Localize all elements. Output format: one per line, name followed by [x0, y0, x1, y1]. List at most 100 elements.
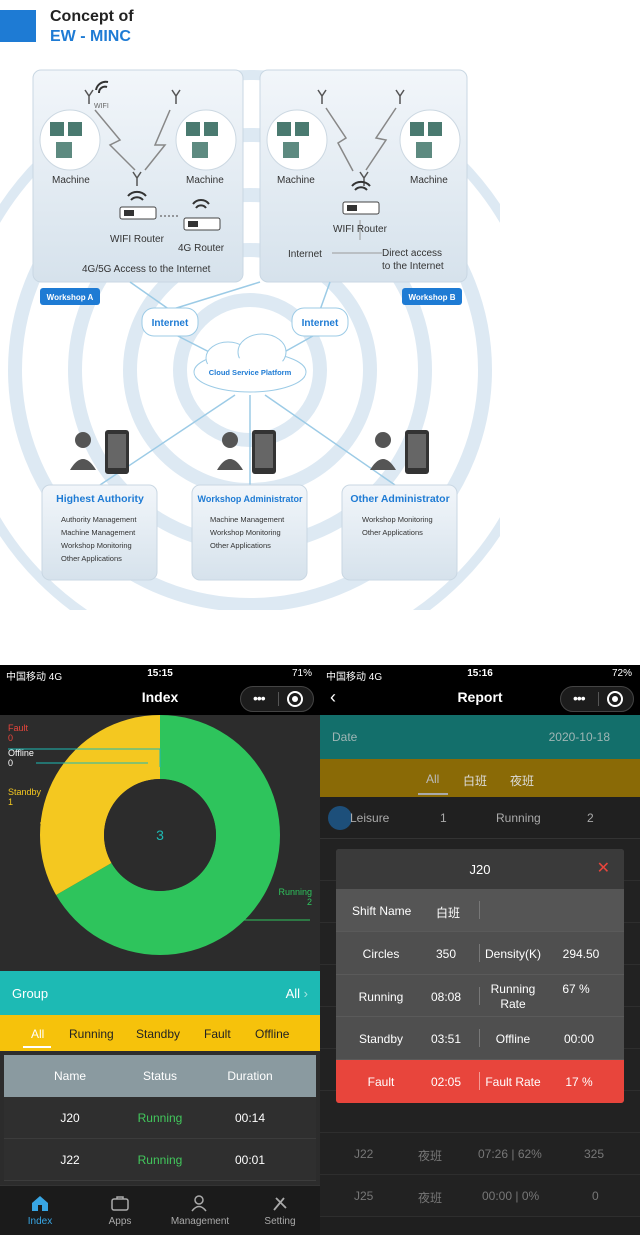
tab-setting[interactable]: Setting	[240, 1194, 320, 1227]
machine-icon	[399, 109, 461, 171]
close-icon[interactable]: ✕	[597, 858, 610, 878]
svg-text:Workshop Administrator: Workshop Administrator	[197, 494, 303, 504]
svg-text:Other Applications: Other Applications	[362, 528, 423, 537]
more-icon[interactable]: •••	[253, 690, 266, 706]
svg-text:Workshop B: Workshop B	[409, 293, 456, 302]
user-manage-icon	[191, 1195, 207, 1212]
mini-program-capsule[interactable]: •••	[560, 686, 634, 712]
filter-all[interactable]: All	[31, 1027, 44, 1041]
chevron-right-icon: ›	[303, 986, 308, 1001]
concept-subtitle: EW - MINC	[50, 28, 131, 45]
machine-detail-modal: J20 ✕ Shift Name 白班 Circles 350 Density(…	[336, 849, 624, 1103]
status-time: 15:16	[467, 668, 493, 679]
svg-text:to the Internet: to the Internet	[382, 261, 444, 272]
svg-text:Direct access: Direct access	[382, 248, 442, 259]
svg-text:Highest Authority: Highest Authority	[56, 493, 144, 505]
status-donut-chart: 3 Fault 0 Offline 0 Standby 1 Running 2	[0, 715, 320, 971]
date-selector[interactable]: Date 2020-10-18	[320, 715, 640, 759]
modal-row-fault: Fault 02:05 Fault Rate 17 %	[336, 1060, 624, 1103]
legend-running: Running 2	[278, 887, 312, 907]
concept-diagram: WIFI Machine Machine WIFI Router 4G Rout…	[0, 69, 500, 610]
group-label: Group	[12, 986, 49, 1001]
nav-bar: ‹ Report •••	[320, 683, 640, 715]
machine-icon	[266, 109, 328, 171]
filter-fault[interactable]: Fault	[204, 1027, 231, 1041]
shift-all[interactable]: All	[426, 772, 439, 786]
filter-offline[interactable]: Offline	[255, 1027, 289, 1041]
status-time: 15:15	[147, 668, 173, 679]
status-bar: 中国移动 4G 15:15 71%	[0, 665, 320, 683]
table-row[interactable]: J25 夜班 00:00 | 0% 0	[320, 1175, 640, 1217]
donut-svg: 3	[8, 715, 310, 955]
modal-row: Standby 03:51 Offline 00:00	[336, 1017, 624, 1061]
tab-management[interactable]: Management	[160, 1194, 240, 1227]
title-accent-bar	[0, 10, 36, 42]
modal-title: J20	[469, 862, 491, 877]
donut-center-total: 3	[156, 827, 164, 843]
svg-text:Machine: Machine	[410, 175, 448, 186]
legend-fault: Fault 0	[8, 723, 29, 743]
svg-text:Other Applications: Other Applications	[61, 554, 122, 563]
phone-index-screen: 中国移动 4G 15:15 71% Index ••• 3 Fault 0 Off…	[0, 665, 320, 1235]
bottom-tab-bar: Index Apps Management Setting	[0, 1185, 320, 1235]
svg-text:Workshop Monitoring: Workshop Monitoring	[210, 528, 281, 537]
close-target-icon[interactable]	[607, 691, 623, 707]
tab-apps[interactable]: Apps	[80, 1194, 160, 1227]
active-tab-indicator	[23, 1046, 51, 1048]
modal-header: J20 ✕	[336, 849, 624, 889]
table-row[interactable]: J22 Running 00:01	[4, 1139, 316, 1181]
shift-night[interactable]: 夜班	[510, 772, 534, 789]
status-bar: 中国移动 4G 15:16 72%	[320, 665, 640, 683]
table-row[interactable]: J20 Running 00:14	[4, 1097, 316, 1139]
svg-text:Machine Management: Machine Management	[210, 515, 285, 524]
machine-icon	[39, 109, 101, 171]
close-target-icon[interactable]	[287, 691, 303, 707]
shift-day[interactable]: 白班	[463, 772, 487, 789]
svg-text:Authority Management: Authority Management	[61, 515, 137, 524]
briefcase-icon	[111, 1196, 129, 1211]
status-filter-tabs: All Running Standby Fault Offline	[0, 1015, 320, 1051]
tools-icon	[273, 1197, 287, 1211]
svg-text:Internet: Internet	[288, 249, 322, 260]
phone-report-screen: 中国移动 4G 15:16 72% ‹ Report ••• Date 2020…	[320, 665, 640, 1235]
table-row[interactable]: J22 夜班 07:26 | 62% 325	[320, 1133, 640, 1175]
svg-text:WIFI: WIFI	[94, 103, 109, 110]
mini-program-capsule[interactable]: •••	[240, 686, 314, 712]
svg-text:Machine: Machine	[52, 175, 90, 186]
machine-icon	[175, 109, 237, 171]
battery-label: 72%	[611, 668, 632, 679]
download-icon[interactable]	[328, 806, 352, 830]
legend-offline: Offline 0	[8, 748, 34, 768]
svg-text:Internet: Internet	[302, 318, 339, 329]
svg-text:WIFI Router: WIFI Router	[110, 234, 165, 245]
summary-row: Leisure 1 Running 2	[320, 797, 640, 839]
tab-index[interactable]: Index	[0, 1194, 80, 1227]
home-icon	[32, 1196, 48, 1211]
nav-bar: Index •••	[0, 683, 320, 715]
svg-text:4G/5G Access to the Internet: 4G/5G Access to the Internet	[82, 264, 211, 275]
concept-title: Concept of	[50, 8, 134, 25]
modal-row: Running 08:08 Running Rate 67 %	[336, 974, 624, 1018]
svg-text:Workshop Monitoring: Workshop Monitoring	[61, 541, 132, 550]
svg-text:WIFI Router: WIFI Router	[333, 224, 388, 235]
cloud-icon	[193, 333, 307, 393]
filter-standby[interactable]: Standby	[136, 1027, 180, 1041]
svg-text:4G Router: 4G Router	[178, 243, 225, 254]
group-selector[interactable]: Group All ›	[0, 971, 320, 1015]
filter-running[interactable]: Running	[69, 1027, 114, 1041]
svg-text:Cloud Service Platform: Cloud Service Platform	[209, 368, 292, 377]
modal-shift-row: Shift Name 白班	[336, 889, 624, 932]
svg-text:Workshop A: Workshop A	[47, 293, 94, 302]
svg-text:Machine: Machine	[186, 175, 224, 186]
svg-text:Machine Management: Machine Management	[61, 528, 136, 537]
svg-text:Other Applications: Other Applications	[210, 541, 271, 550]
group-value: All ›	[285, 986, 308, 1001]
battery-label: 71%	[291, 668, 312, 679]
shift-filter-tabs: All 白班 夜班	[320, 759, 640, 797]
svg-text:Other Administrator: Other Administrator	[350, 493, 449, 505]
table-header: Name Status Duration	[4, 1055, 316, 1097]
more-icon[interactable]: •••	[573, 690, 586, 706]
svg-text:Internet: Internet	[152, 318, 189, 329]
svg-text:Machine: Machine	[277, 175, 315, 186]
svg-text:Workshop Monitoring: Workshop Monitoring	[362, 515, 433, 524]
